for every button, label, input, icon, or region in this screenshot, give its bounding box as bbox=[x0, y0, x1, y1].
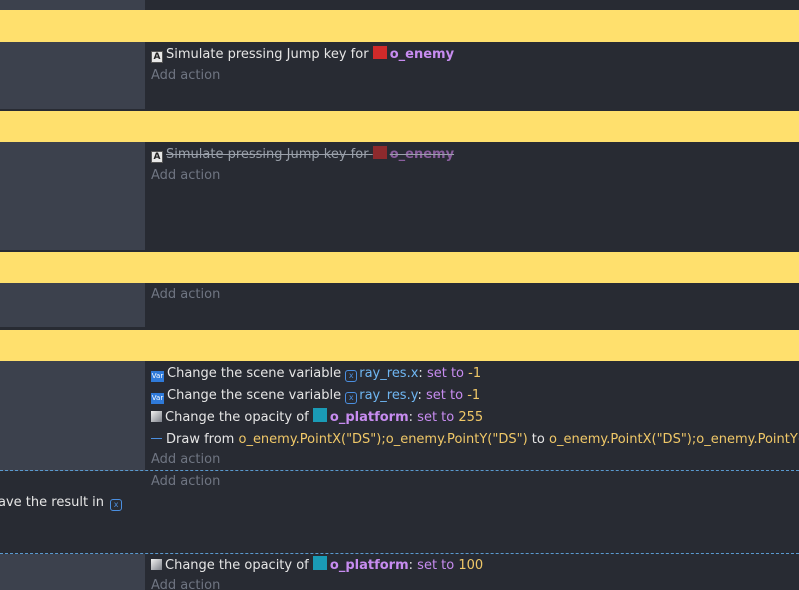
scene-variable-icon: x bbox=[345, 392, 358, 404]
object-name: o_platform bbox=[329, 410, 409, 425]
variable-icon: Var bbox=[151, 393, 164, 404]
add-action-link[interactable]: Add action bbox=[151, 66, 220, 86]
comment-separator[interactable] bbox=[0, 10, 799, 42]
keyboard-key-icon: A bbox=[151, 151, 163, 163]
action-label: Simulate pressing Jump key for bbox=[166, 147, 369, 162]
to-word: to bbox=[531, 432, 545, 447]
draw-line-icon bbox=[151, 438, 162, 439]
object-name: o_enemy bbox=[389, 147, 455, 162]
event-row-2: A Simulate pressing Jump key for o_enemy … bbox=[0, 142, 799, 250]
conditions-panel[interactable] bbox=[0, 142, 145, 250]
operator: set to bbox=[426, 388, 464, 403]
conditions-panel[interactable] bbox=[0, 283, 145, 327]
value: 255 bbox=[458, 410, 484, 425]
variable-icon: Var bbox=[151, 371, 164, 382]
actions-panel: Var Change the scene variable x ray_res.x:… bbox=[145, 361, 799, 471]
add-action-link[interactable]: Add action bbox=[151, 472, 220, 492]
comment-separator[interactable] bbox=[0, 111, 799, 142]
operator: set to bbox=[417, 558, 455, 573]
opacity-icon bbox=[151, 559, 162, 570]
actions-panel: Change the opacity of o_platform: set to… bbox=[145, 554, 799, 590]
action-label: Change the opacity of bbox=[165, 558, 309, 573]
value: -1 bbox=[467, 388, 481, 403]
conditions-panel[interactable] bbox=[0, 554, 145, 590]
add-action-link[interactable]: Add action bbox=[151, 285, 220, 305]
value: 100 bbox=[458, 558, 484, 573]
condition-text[interactable]: ave the result in x bbox=[0, 493, 124, 513]
o-enemy-sprite-icon bbox=[372, 146, 387, 159]
colon: : bbox=[417, 388, 422, 403]
action-simulate-jump-disabled[interactable]: A Simulate pressing Jump key for o_enemy bbox=[151, 145, 454, 165]
to-expression: o_enemy.PointX("DS");o_enemy.PointY("DS bbox=[549, 432, 799, 447]
scene-variable-icon: x bbox=[345, 370, 358, 382]
action-change-opacity[interactable]: Change the opacity of o_platform: set to… bbox=[151, 556, 483, 576]
o-platform-sprite-icon bbox=[312, 408, 327, 422]
value: -1 bbox=[468, 366, 482, 381]
object-name: o_enemy bbox=[389, 47, 455, 62]
event-row-5: ave the result in x Add action bbox=[0, 471, 799, 553]
add-action-link[interactable]: Add action bbox=[151, 450, 220, 470]
event-row-4: Var Change the scene variable x ray_res.x:… bbox=[0, 361, 799, 471]
add-action-link[interactable]: Add action bbox=[151, 576, 220, 590]
actions-panel: A Simulate pressing Jump key for o_enemy … bbox=[145, 42, 799, 109]
condition-label: ave the result in bbox=[0, 495, 105, 510]
keyboard-key-icon: A bbox=[151, 51, 163, 63]
action-label: Draw from bbox=[166, 432, 235, 447]
o-platform-sprite-icon bbox=[312, 556, 327, 570]
action-change-scene-variable[interactable]: Var Change the scene variable x ray_res.y:… bbox=[151, 386, 480, 406]
action-label: Simulate pressing Jump key for bbox=[166, 47, 369, 62]
comment-separator[interactable] bbox=[0, 252, 799, 283]
action-change-scene-variable[interactable]: Var Change the scene variable x ray_res.x:… bbox=[151, 364, 481, 384]
object-name: o_platform bbox=[329, 558, 409, 573]
event-row-6: Change the opacity of o_platform: set to… bbox=[0, 554, 799, 590]
add-action-link[interactable]: Add action bbox=[151, 166, 220, 186]
conditions-panel[interactable] bbox=[0, 42, 145, 109]
conditions-panel[interactable] bbox=[0, 0, 145, 10]
conditions-panel[interactable] bbox=[0, 361, 145, 471]
action-change-opacity[interactable]: Change the opacity of o_platform: set to… bbox=[151, 408, 483, 428]
actions-panel: A Simulate pressing Jump key for o_enemy … bbox=[145, 142, 799, 250]
operator: set to bbox=[417, 410, 455, 425]
comment-separator[interactable] bbox=[0, 330, 799, 361]
event-row-1: A Simulate pressing Jump key for o_enemy … bbox=[0, 42, 799, 109]
scene-variable-icon: x bbox=[110, 499, 123, 511]
actions-panel: Add action bbox=[145, 471, 799, 553]
action-draw-line[interactable]: Draw from o_enemy.PointX("DS");o_enemy.P… bbox=[151, 430, 799, 450]
operator: set to bbox=[426, 366, 465, 381]
colon: : bbox=[418, 366, 423, 381]
event-row-previous bbox=[0, 0, 799, 10]
colon: : bbox=[408, 558, 414, 573]
variable-name: ray_res.y bbox=[359, 388, 418, 403]
action-label: Change the opacity of bbox=[165, 410, 309, 425]
event-row-3: Add action bbox=[0, 283, 799, 327]
actions-panel[interactable] bbox=[145, 0, 799, 10]
o-enemy-sprite-icon bbox=[372, 46, 387, 59]
from-expression: o_enemy.PointX("DS");o_enemy.PointY("DS"… bbox=[238, 432, 528, 447]
opacity-icon bbox=[151, 411, 162, 422]
action-simulate-jump[interactable]: A Simulate pressing Jump key for o_enemy bbox=[151, 45, 454, 65]
conditions-panel[interactable]: ave the result in x bbox=[0, 471, 145, 553]
variable-name: ray_res.x bbox=[359, 366, 419, 381]
action-label: Change the scene variable bbox=[167, 388, 342, 403]
colon: : bbox=[408, 410, 414, 425]
action-label: Change the scene variable bbox=[167, 366, 342, 381]
actions-panel: Add action bbox=[145, 283, 799, 327]
